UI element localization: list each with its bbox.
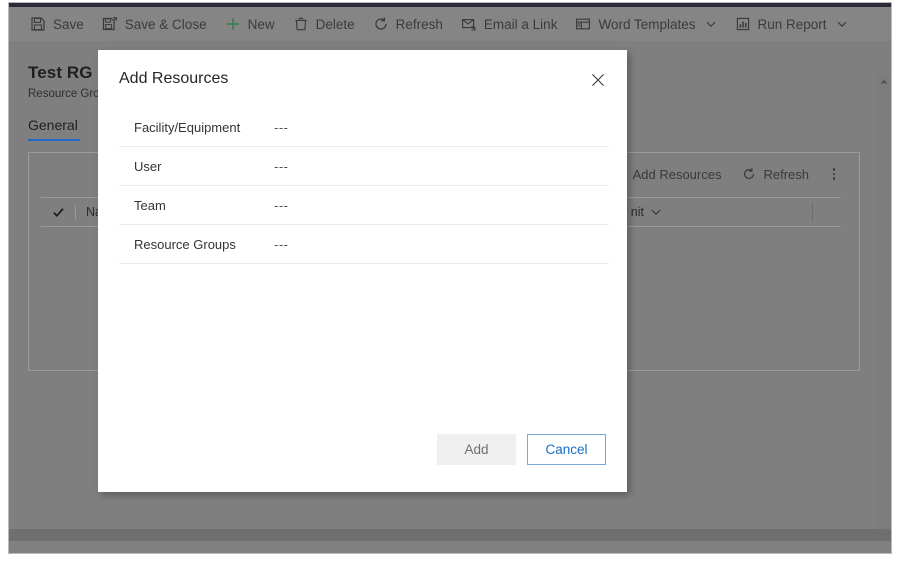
command-bar: Save Save & Close New Delete Refresh Ema… — [9, 7, 891, 41]
kebab-dot — [832, 177, 836, 180]
command-new[interactable]: New — [216, 7, 284, 41]
column-header-unit-label: nit — [630, 205, 644, 219]
page-title: Test RG — [28, 63, 93, 82]
command-save-label: Save — [53, 16, 84, 32]
command-save[interactable]: Save — [21, 7, 93, 41]
chevron-down-icon[interactable] — [836, 18, 848, 30]
form-value-resource-groups[interactable]: --- — [274, 237, 289, 252]
word-template-icon — [575, 16, 591, 32]
email-link-icon — [461, 16, 477, 32]
form-row-facility-equipment[interactable]: Facility/Equipment --- — [119, 108, 609, 147]
refresh-icon — [373, 16, 389, 32]
command-new-label: New — [247, 16, 275, 32]
form-label-resource-groups: Resource Groups — [134, 236, 236, 252]
plus-icon — [225, 16, 241, 32]
dialog-titlebar: Add Resources — [98, 50, 627, 108]
tab-general[interactable]: General — [28, 117, 92, 141]
command-save-and-close-label: Save & Close — [124, 16, 207, 32]
form-row-resource-groups[interactable]: Resource Groups --- — [119, 225, 609, 264]
trash-icon — [293, 16, 309, 32]
horizontal-scrollbar[interactable] — [9, 529, 891, 541]
subgrid-refresh-label: Refresh — [763, 166, 809, 182]
dialog-footer: Add Cancel — [98, 406, 627, 492]
dialog-title: Add Resources — [119, 70, 229, 87]
command-delete[interactable]: Delete — [284, 7, 364, 41]
command-run-report-label: Run Report — [757, 16, 827, 32]
form-value-team[interactable]: --- — [274, 198, 289, 213]
app-window: Save Save & Close New Delete Refresh Ema… — [0, 0, 900, 565]
scroll-up-arrow-icon[interactable] — [877, 75, 891, 89]
form-row-team[interactable]: Team --- — [119, 186, 609, 225]
form-label-facility-equipment: Facility/Equipment — [134, 119, 241, 135]
close-icon[interactable] — [587, 69, 609, 91]
command-refresh[interactable]: Refresh — [364, 7, 452, 41]
column-header-unit[interactable]: nit — [621, 205, 672, 219]
kebab-dot — [832, 168, 836, 171]
kebab-dot — [832, 172, 836, 176]
cancel-button[interactable]: Cancel — [526, 432, 607, 466]
add-resources-dialog: Add Resources Facility/Equipment --- Use… — [98, 50, 627, 492]
form-label-team: Team — [134, 197, 166, 213]
select-all-checkbox[interactable] — [41, 206, 75, 219]
refresh-icon — [741, 166, 757, 182]
vertical-scrollbar[interactable] — [877, 75, 891, 541]
dialog-form: Facility/Equipment --- User --- Team ---… — [119, 108, 609, 264]
form-label-user: User — [134, 158, 162, 174]
form-row-user[interactable]: User --- — [119, 147, 609, 186]
command-word-templates-label: Word Templates — [598, 16, 696, 32]
command-save-and-close[interactable]: Save & Close — [93, 7, 216, 41]
subgrid-refresh-button[interactable]: Refresh — [731, 166, 819, 182]
command-run-report[interactable]: Run Report — [726, 7, 857, 41]
page-subtitle: Resource Gro — [28, 88, 100, 100]
subgrid-overflow-menu-button[interactable] — [819, 168, 849, 180]
column-resize-handle[interactable] — [812, 203, 813, 221]
chevron-down-icon[interactable] — [705, 18, 717, 30]
add-button[interactable]: Add — [437, 433, 516, 465]
command-refresh-label: Refresh — [395, 16, 443, 32]
save-close-icon — [102, 16, 118, 32]
save-icon — [30, 16, 46, 32]
form-tabstrip: General — [28, 117, 92, 141]
subgrid-toolbar: Add Resources Refresh — [601, 161, 849, 187]
report-icon — [735, 16, 751, 32]
command-delete-label: Delete — [315, 16, 355, 32]
chevron-down-icon[interactable] — [650, 206, 662, 218]
subgrid-add-resources-label: Add Resources — [632, 166, 722, 182]
form-value-user[interactable]: --- — [274, 159, 289, 174]
command-email-a-link[interactable]: Email a Link — [452, 7, 567, 41]
form-value-facility-equipment[interactable]: --- — [274, 120, 289, 135]
command-email-a-link-label: Email a Link — [483, 16, 558, 32]
command-word-templates[interactable]: Word Templates — [566, 7, 725, 41]
